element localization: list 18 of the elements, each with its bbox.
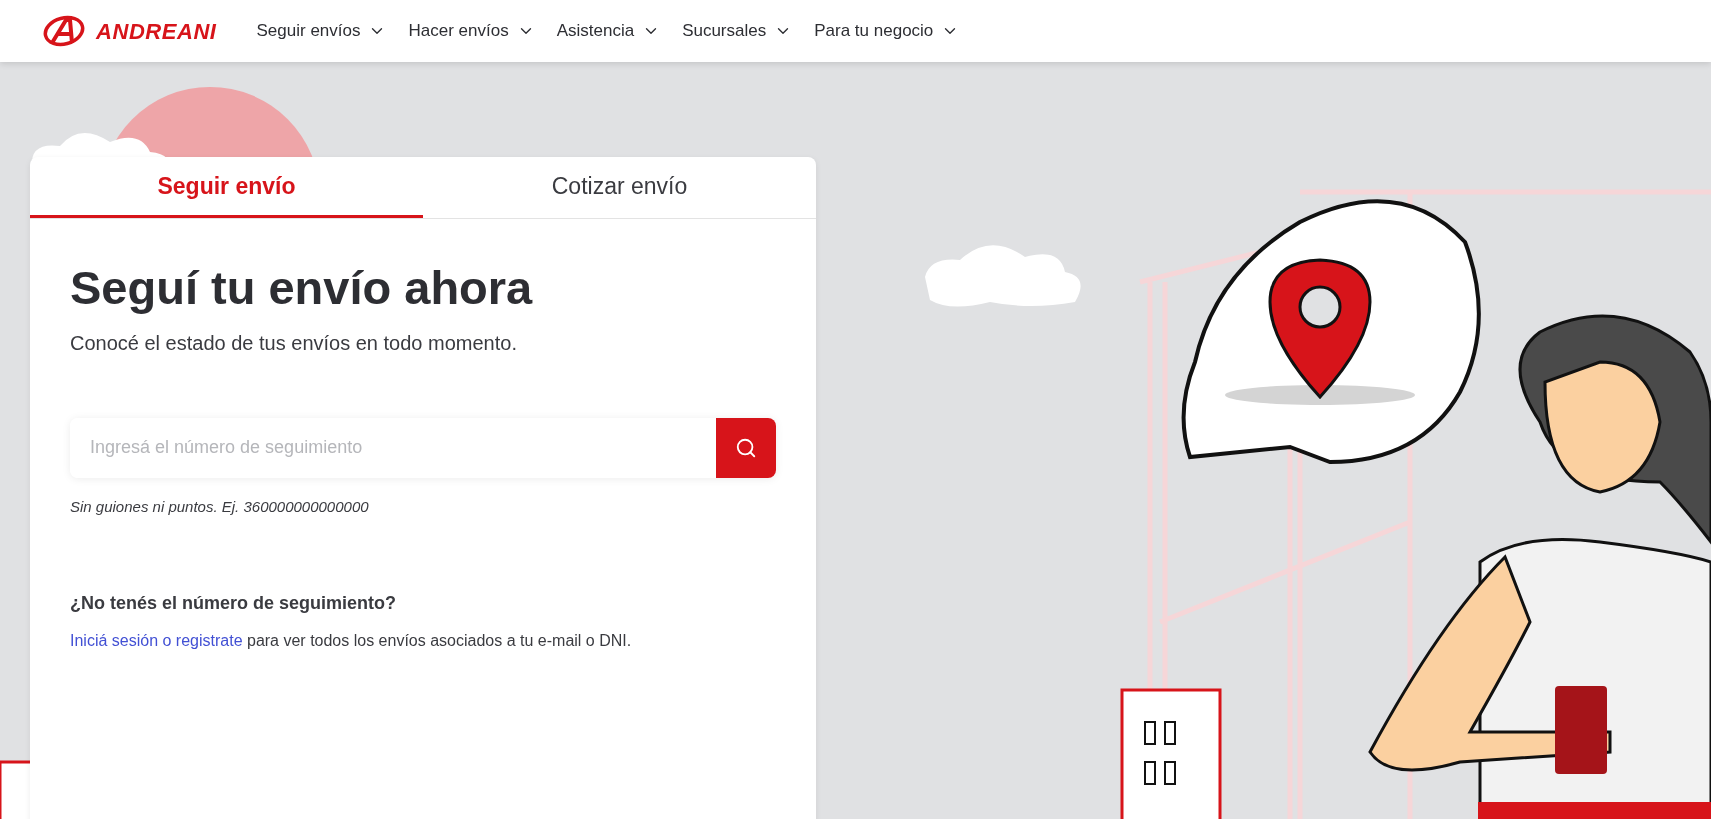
- tracking-number-input[interactable]: Ingresá el número de seguimiento: [70, 417, 716, 478]
- subtitle: Conocé el estado de tus envíos en todo momento.: [70, 330, 518, 356]
- logo-icon: [42, 15, 86, 47]
- nav-menu-item[interactable]: Hacer envíos: [408, 18, 535, 44]
- nav-menu-item[interactable]: Para tu negocio: [814, 18, 960, 44]
- nav-menu-item[interactable]: Sucursales: [682, 18, 793, 44]
- search-icon: [735, 436, 757, 459]
- logo-wordmark: ANDREANI: [96, 17, 217, 46]
- question-heading: ¿No tenés el número de seguimiento?: [70, 592, 398, 616]
- login-sentence: Iniciá sesión o registrate para ver todos los envíos asociados a tu e-mail o DNI.: [70, 631, 633, 652]
- hint-text: Sin guiones ni puntos. Ej. 360000000000000: [70, 496, 370, 517]
- nav-menu-item[interactable]: Seguir envíos: [256, 18, 387, 44]
- tab[interactable]: Seguir envío: [30, 157, 423, 218]
- nav-menu-item[interactable]: Asistencia: [556, 18, 661, 44]
- page-title: Seguí tu envío ahora: [70, 260, 534, 316]
- login-link[interactable]: Iniciá sesión o registrate: [70, 632, 243, 650]
- tab[interactable]: Cotizar envío: [423, 157, 816, 218]
- search-button[interactable]: [716, 417, 776, 478]
